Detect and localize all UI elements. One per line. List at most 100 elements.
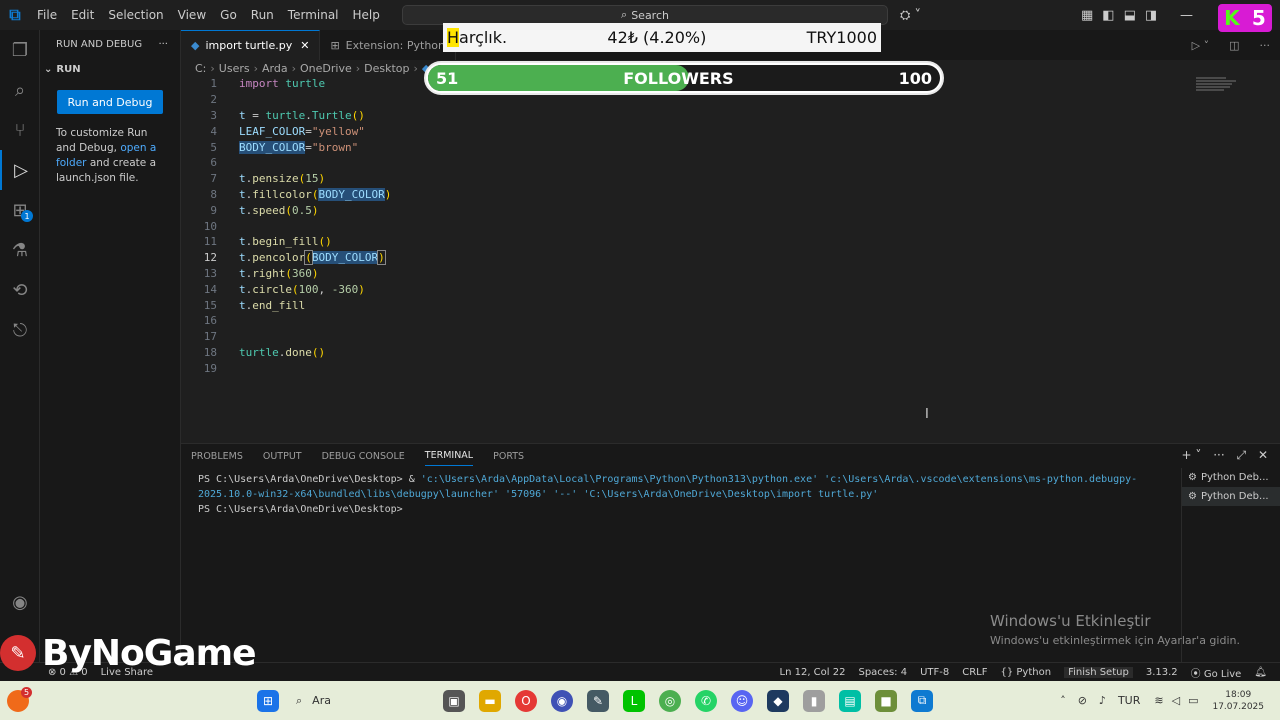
code-line[interactable]: t = turtle.Turtle() [239,109,365,122]
tab-terminal[interactable]: TERMINAL [424,446,474,466]
code-line[interactable]: LEAF_COLOR="yellow" [239,125,365,138]
show-hidden-icons-icon[interactable]: ˄ [1060,694,1066,707]
editor-more-icon[interactable]: ··· [1250,30,1280,60]
code-line[interactable]: t.pensize(15) [239,172,325,185]
chrome-icon[interactable]: ◎ [659,689,681,712]
weather-widget-icon[interactable]: 5 [7,686,32,712]
battery-icon[interactable]: ▭ [1188,694,1198,707]
go-live-button[interactable]: ⦿ Go Live [1191,665,1242,680]
mouse-app-icon[interactable]: ▮ [803,689,825,712]
menu-file[interactable]: File [30,8,64,22]
customize-layout-icon[interactable]: ▦ [1081,8,1093,23]
code-line[interactable]: t.begin_fill() [239,235,332,248]
remote-explorer-icon[interactable]: ⟲ [0,270,40,310]
more-actions-icon[interactable]: ··· [158,39,168,50]
clock[interactable]: 18:09 17.07.2025 [1212,689,1264,713]
line-ending[interactable]: CRLF [962,667,987,678]
breadcrumb-item[interactable]: Arda [262,62,288,75]
opera-icon[interactable]: O [515,689,537,712]
cursor-position[interactable]: Ln 12, Col 22 [780,667,846,678]
wifi-icon[interactable]: ≋ [1154,694,1163,707]
explorer-icon[interactable]: ❐ [0,30,40,70]
code-line[interactable]: t.circle(100, -360) [239,283,365,296]
breadcrumb-item[interactable]: OneDrive [300,62,352,75]
close-tab-icon[interactable]: ✕ [300,39,309,52]
search-view-icon[interactable]: ⌕ [0,70,40,110]
toggle-sidebar-icon[interactable]: ◧ [1102,8,1114,23]
panel-more-icon[interactable]: ··· [1213,448,1224,462]
toggle-secondary-sidebar-icon[interactable]: ◨ [1145,8,1157,23]
breadcrumb-item[interactable]: C: [195,62,206,75]
maximize-panel-icon[interactable]: ⤢ [1237,448,1247,462]
app-icon[interactable]: ◉ [551,689,573,712]
menu-go[interactable]: Go [213,8,244,22]
terminal-instance[interactable]: ⚙ Python Deb... [1182,487,1280,506]
language-mode[interactable]: {} Python [1000,667,1051,678]
code-line[interactable]: t.right(360) [239,267,319,280]
tab-debug-console[interactable]: DEBUG CONSOLE [322,447,405,466]
code-line[interactable]: import turtle [239,77,325,90]
extensions-icon[interactable]: ⊞ 1 [0,190,40,230]
terminal-instance[interactable]: ⚙ Python Deb... [1182,468,1280,487]
discord-icon[interactable]: ☺ [731,689,753,712]
code-line[interactable]: t.fillcolor(BODY_COLOR) [239,187,391,201]
tab-output[interactable]: OUTPUT [263,447,302,466]
accounts-icon[interactable]: ◉ [0,582,40,622]
start-button-icon[interactable]: ⊞ [257,689,279,712]
toggle-panel-icon[interactable]: ⬓ [1124,8,1136,23]
taskbar-search[interactable]: ⌕ Ara [296,694,436,708]
task-view-icon[interactable]: ▣ [443,689,465,712]
line-icon[interactable]: L [623,689,645,712]
notifications-bell-icon[interactable]: 🔔︎ [1254,667,1267,678]
app-icon[interactable]: ▤ [839,689,861,712]
minimap[interactable] [1196,76,1266,116]
tab-problems[interactable]: PROBLEMS [191,447,243,466]
menu-terminal[interactable]: Terminal [281,8,346,22]
app-icon[interactable]: ◆ [767,689,789,712]
split-editor-icon[interactable]: ◫ [1219,30,1249,60]
source-control-icon[interactable]: ⑂ [0,110,40,150]
code-line[interactable]: t.end_fill [239,299,305,312]
command-search-box[interactable]: ⌕ Search [402,5,888,25]
pen-tool-icon[interactable]: ✎ [587,689,609,712]
run-and-debug-button[interactable]: Run and Debug [57,90,163,114]
code-editor[interactable]: 1 import turtle 2 3 t = turtle.Turtle() 4 L… [181,76,1280,442]
language-indicator[interactable]: TUR [1118,694,1140,707]
close-panel-icon[interactable]: ✕ [1258,448,1268,462]
testing-icon[interactable]: ⚗ [0,230,40,270]
tab-import-turtle[interactable]: ◆ import turtle.py ✕ [181,30,321,60]
run-debug-icon[interactable]: ▷ [0,150,40,190]
code-line[interactable]: t.speed(0.5) [239,204,319,217]
minecraft-icon[interactable]: ■ [875,689,897,712]
tab-ports[interactable]: PORTS [493,447,524,466]
breadcrumb-item[interactable]: Desktop [364,62,409,75]
menu-view[interactable]: View [171,8,213,22]
new-terminal-icon[interactable]: + ˅ [1182,448,1202,462]
file-explorer-icon[interactable]: ▬ [479,689,501,712]
tray-icon[interactable]: ⊘ [1078,694,1087,707]
encoding[interactable]: UTF-8 [920,667,949,678]
menu-selection[interactable]: Selection [101,8,170,22]
code-line-current[interactable]: t.pencolor(BODY_COLOR) [239,250,386,266]
code-line[interactable]: BODY_COLOR="brown" [239,140,358,154]
finish-setup-button[interactable]: Finish Setup [1064,666,1133,678]
breadcrumb-item[interactable]: Users [219,62,250,75]
menu-run[interactable]: Run [244,8,281,22]
vscode-taskbar-icon[interactable]: ⧉ [911,689,933,712]
volume-icon[interactable]: ◁ [1172,694,1180,707]
whatsapp-icon[interactable]: ✆ [695,689,717,712]
run-python-file-icon[interactable]: ▷ ˅ [1182,30,1219,60]
run-section-header[interactable]: ⌄ RUN [40,58,180,80]
tab-extension-python[interactable]: ⊞ Extension: Python [320,30,456,60]
python-version[interactable]: 3.13.2 [1146,667,1178,678]
copilot-icon[interactable]: ⛭ ˅ [900,0,921,30]
code-line[interactable]: turtle.done() [239,346,325,359]
menu-edit[interactable]: Edit [64,8,101,22]
indentation[interactable]: Spaces: 4 [858,667,907,678]
minimize-icon[interactable]: — [1180,0,1193,30]
menu-help[interactable]: Help [346,8,387,22]
microphone-icon[interactable]: ♪ [1099,694,1106,707]
terminal-output[interactable]: PS C:\Users\Arda\OneDrive\Desktop> & 'c:… [181,468,1171,517]
layout-controls[interactable]: ▦ ◧ ⬓ ◨ [1081,0,1157,30]
live-share-icon[interactable]: ⎋ [0,310,40,350]
